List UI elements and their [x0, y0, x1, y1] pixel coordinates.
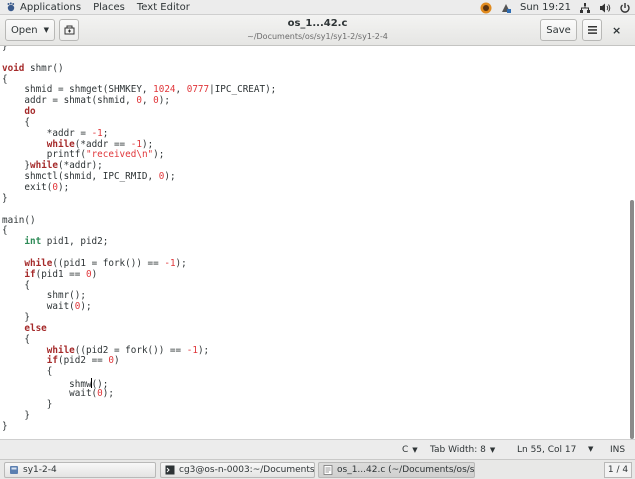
code-line[interactable]: void shmr() — [2, 63, 276, 75]
hamburger-menu-button[interactable] — [582, 19, 602, 41]
code-line[interactable]: } — [2, 193, 276, 205]
workspace-pager[interactable]: 1 / 4 — [604, 462, 632, 478]
applications-label: Applications — [20, 1, 82, 13]
code-editor[interactable]: } void shmr(){ shmid = shmget(SHMKEY, 10… — [0, 46, 629, 439]
text-editor-label: Text Editor — [136, 1, 190, 13]
save-button[interactable]: Save — [540, 19, 577, 41]
code-line[interactable]: do — [2, 106, 276, 118]
top-panel: Applications Places Text Editor Sun 19:2… — [0, 0, 635, 15]
places-menu[interactable]: Places — [87, 0, 131, 15]
status-bar: C ▼ Tab Width: 8 ▼ Ln 55, Col 17 ▼ INS — [0, 439, 635, 459]
insert-mode[interactable]: INS — [610, 445, 625, 455]
code-line[interactable]: } — [2, 46, 276, 53]
code-line[interactable]: { — [2, 334, 276, 346]
app-tray-icon[interactable] — [480, 2, 492, 14]
clock[interactable]: Sun 19:21 — [520, 2, 571, 13]
taskbar-label: sy1-2-4 — [23, 465, 57, 475]
code-line[interactable]: main() — [2, 215, 276, 227]
taskbar-item-files[interactable]: sy1-2-4 — [4, 462, 156, 478]
chevron-down-icon: ▼ — [588, 445, 594, 453]
file-manager-icon — [10, 466, 18, 474]
tab-width-selector[interactable]: Tab Width: 8 ▼ — [430, 445, 495, 455]
places-label: Places — [93, 1, 125, 13]
code-line[interactable]: else — [2, 323, 276, 335]
save-label: Save — [546, 24, 571, 36]
input-method-icon[interactable] — [500, 2, 512, 14]
applications-menu[interactable]: Applications — [0, 0, 87, 15]
language-label: C — [402, 445, 409, 455]
network-icon[interactable] — [579, 2, 591, 14]
code-line[interactable]: int pid1, pid2; — [2, 236, 276, 248]
position-menu[interactable]: ▼ — [584, 445, 593, 453]
code-line[interactable]: { — [2, 366, 276, 378]
code-line[interactable]: addr = shmat(shmid, 0, 0); — [2, 95, 276, 107]
tab-width-label: Tab Width: 8 — [430, 445, 486, 455]
window-list-bar: sy1-2-4 cg3@os-n-0003:~/Documents/os/s..… — [0, 459, 635, 479]
taskbar-item-terminal[interactable]: cg3@os-n-0003:~/Documents/os/s... — [160, 462, 315, 478]
code-line[interactable]: wait(0); — [2, 301, 276, 313]
insert-mode-label: INS — [610, 445, 626, 455]
code-line[interactable]: if(pid1 == 0) — [2, 269, 276, 281]
volume-icon[interactable] — [599, 2, 611, 14]
power-icon[interactable] — [619, 2, 631, 14]
code-text[interactable]: } void shmr(){ shmid = shmget(SHMKEY, 10… — [2, 46, 276, 432]
code-line[interactable]: } — [2, 410, 276, 422]
code-line[interactable]: exit(0); — [2, 182, 276, 194]
hamburger-icon — [587, 26, 597, 34]
terminal-icon — [165, 465, 175, 475]
taskbar-item-text-editor[interactable]: os_1...42.c (~/Documents/os/sy1/sy... — [318, 462, 475, 478]
text-cursor — [90, 378, 92, 389]
gnome-foot-icon — [7, 2, 15, 12]
text-editor-menu[interactable]: Text Editor — [131, 0, 196, 15]
taskbar-label: cg3@os-n-0003:~/Documents/os/s... — [179, 465, 315, 475]
text-editor-icon — [323, 465, 333, 475]
code-line[interactable] — [2, 205, 276, 216]
chevron-down-icon: ▼ — [489, 446, 496, 454]
header-bar: Open ▼ os_1...42.c ~/Documents/os/sy1/sy… — [0, 15, 635, 46]
cursor-position[interactable]: Ln 55, Col 17 — [517, 445, 576, 455]
close-window-button[interactable]: × — [612, 24, 621, 37]
cursor-position-label: Ln 55, Col 17 — [517, 445, 577, 455]
scrollbar-thumb[interactable] — [630, 200, 634, 439]
taskbar-label: os_1...42.c (~/Documents/os/sy1/sy... — [337, 465, 475, 475]
chevron-down-icon: ▼ — [412, 446, 418, 454]
code-line[interactable]: } — [2, 421, 276, 433]
code-line[interactable]: } — [2, 399, 276, 411]
system-tray: Sun 19:21 — [480, 0, 631, 15]
language-selector[interactable]: C ▼ — [402, 445, 418, 455]
